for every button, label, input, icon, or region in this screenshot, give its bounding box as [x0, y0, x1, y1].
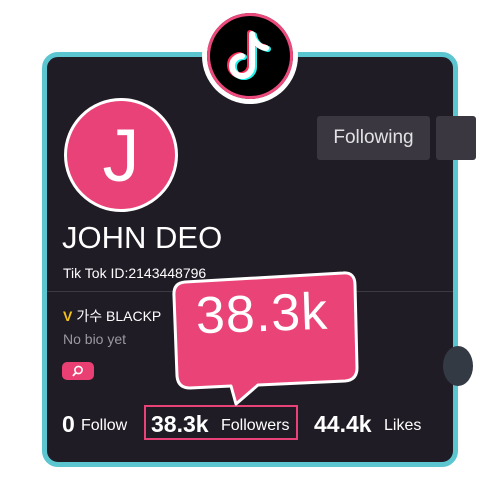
followers-callout-bubble: [172, 271, 359, 406]
followers-callout-text: 38.3k: [194, 282, 330, 346]
